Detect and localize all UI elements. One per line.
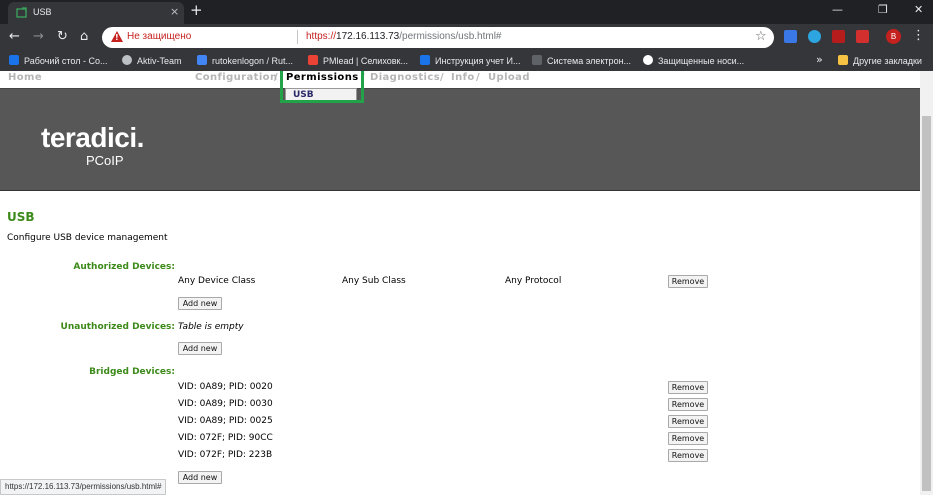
minimize-button[interactable]: — xyxy=(832,3,843,16)
add-authorized-button[interactable]: Add new xyxy=(178,297,222,310)
remove-button[interactable]: Remove xyxy=(668,275,708,288)
folder-icon xyxy=(838,55,848,65)
gift-extension-icon[interactable] xyxy=(856,30,869,43)
unauthorized-empty-text: Table is empty xyxy=(178,322,244,332)
remove-button[interactable]: Remove xyxy=(668,381,708,394)
bookmark-icon xyxy=(532,55,542,65)
omnibox-separator xyxy=(297,30,298,44)
remove-button[interactable]: Remove xyxy=(668,398,708,411)
page-description: Configure USB device management xyxy=(7,233,168,243)
restore-button[interactable]: ❐ xyxy=(878,3,888,16)
remove-button[interactable]: Remove xyxy=(668,449,708,462)
nav-separator: / xyxy=(274,72,279,83)
bridged-devices-label: Bridged Devices: xyxy=(89,367,175,377)
profile-avatar[interactable]: B xyxy=(886,29,901,44)
bookmarks-bar: Рабочий стол - Со... Aktiv-Team rutokenl… xyxy=(0,51,933,71)
bookmark-item[interactable]: Система электрон... xyxy=(532,55,631,69)
tab-close-icon[interactable]: × xyxy=(170,5,179,18)
bookmark-icon xyxy=(122,55,132,65)
bookmark-item[interactable]: Aktiv-Team xyxy=(122,55,182,69)
bookmark-item[interactable]: PMlead | Селиховк... xyxy=(308,55,408,69)
page-title: USB xyxy=(7,210,35,224)
page-scrollbar[interactable] xyxy=(920,71,933,495)
header-banner: teradici. PCoIP xyxy=(0,88,920,191)
nav-separator: / xyxy=(440,72,445,83)
bridged-device-row: VID: 072F; PID: 223B xyxy=(178,450,273,460)
nav-diagnostics[interactable]: Diagnostics xyxy=(370,72,440,83)
bookmark-icon xyxy=(420,55,430,65)
home-icon[interactable]: ⌂ xyxy=(80,29,88,44)
authorized-protocol: Any Protocol xyxy=(505,276,562,286)
other-bookmarks[interactable]: Другие закладки xyxy=(838,55,922,69)
url-text[interactable]: https://172.16.113.73/permissions/usb.ht… xyxy=(306,31,502,42)
bookmark-icon xyxy=(643,55,653,65)
bridged-device-row: VID: 0A89; PID: 0030 xyxy=(178,399,273,409)
authorized-sub-class: Any Sub Class xyxy=(342,276,406,286)
pcoip-logo-text: PCoIP xyxy=(86,153,124,168)
bookmark-item[interactable]: Рабочий стол - Со... xyxy=(9,55,108,69)
nav-configuration[interactable]: Configuration xyxy=(195,72,277,83)
new-tab-button[interactable]: + xyxy=(190,3,203,18)
usb-favicon-icon xyxy=(16,7,27,18)
insecure-label[interactable]: Не защищено xyxy=(127,31,191,42)
nav-home[interactable]: Home xyxy=(8,72,42,83)
bookmark-item[interactable]: rutokenlogon / Rut... xyxy=(197,55,293,69)
status-bar-url: https://172.16.113.73/permissions/usb.ht… xyxy=(0,479,167,495)
add-unauthorized-button[interactable]: Add new xyxy=(178,342,222,355)
address-bar[interactable]: Не защищено https://172.16.113.73/permis… xyxy=(102,27,774,48)
teradici-logo: teradici. xyxy=(41,122,144,153)
translate-extension-icon[interactable] xyxy=(784,30,797,43)
top-navigation: Home Configuration / Permissions / Diagn… xyxy=(0,71,920,88)
bridged-device-row: VID: 072F; PID: 90CC xyxy=(178,433,273,443)
unauthorized-devices-label: Unauthorized Devices: xyxy=(60,322,175,332)
bridged-device-row: VID: 0A89; PID: 0020 xyxy=(178,382,273,392)
close-window-button[interactable]: ✕ xyxy=(914,3,923,16)
browser-tab[interactable]: USB × xyxy=(8,2,184,24)
reload-icon[interactable]: ↻ xyxy=(57,29,68,44)
authorized-devices-label: Authorized Devices: xyxy=(73,262,175,272)
page-content: Home Configuration / Permissions / Diagn… xyxy=(0,71,920,495)
tab-title: USB xyxy=(33,7,52,17)
warning-icon xyxy=(111,31,123,42)
bookmarks-more-icon[interactable]: » xyxy=(816,53,823,66)
remove-button[interactable]: Remove xyxy=(668,415,708,428)
bookmark-icon xyxy=(197,55,207,65)
bookmark-icon xyxy=(308,55,318,65)
back-arrow-icon[interactable]: ← xyxy=(9,29,20,44)
kebab-menu-icon[interactable]: ⋮ xyxy=(912,28,925,43)
scrollbar-thumb[interactable] xyxy=(922,116,931,491)
remove-button[interactable]: Remove xyxy=(668,432,708,445)
permissions-highlight-box xyxy=(280,71,364,103)
bookmark-item[interactable]: Инструкция учет И... xyxy=(420,55,520,69)
pdf-extension-icon[interactable] xyxy=(832,30,845,43)
authorized-device-class: Any Device Class xyxy=(178,276,256,286)
nav-info[interactable]: Info xyxy=(451,72,475,83)
nav-upload[interactable]: Upload xyxy=(488,72,530,83)
browser-toolbar: ← → ↻ ⌂ Не защищено https://172.16.113.7… xyxy=(0,24,933,51)
telegram-extension-icon[interactable] xyxy=(808,30,821,43)
bookmark-star-icon[interactable]: ☆ xyxy=(755,29,767,44)
add-bridged-button[interactable]: Add new xyxy=(178,471,222,484)
forward-arrow-icon[interactable]: → xyxy=(33,29,44,44)
bridged-device-row: VID: 0A89; PID: 0025 xyxy=(178,416,273,426)
bookmark-icon xyxy=(9,55,19,65)
bookmark-item[interactable]: Защищенные носи... xyxy=(643,55,744,69)
nav-separator: / xyxy=(476,72,481,83)
tab-strip: USB × + — ❐ ✕ xyxy=(0,0,933,24)
